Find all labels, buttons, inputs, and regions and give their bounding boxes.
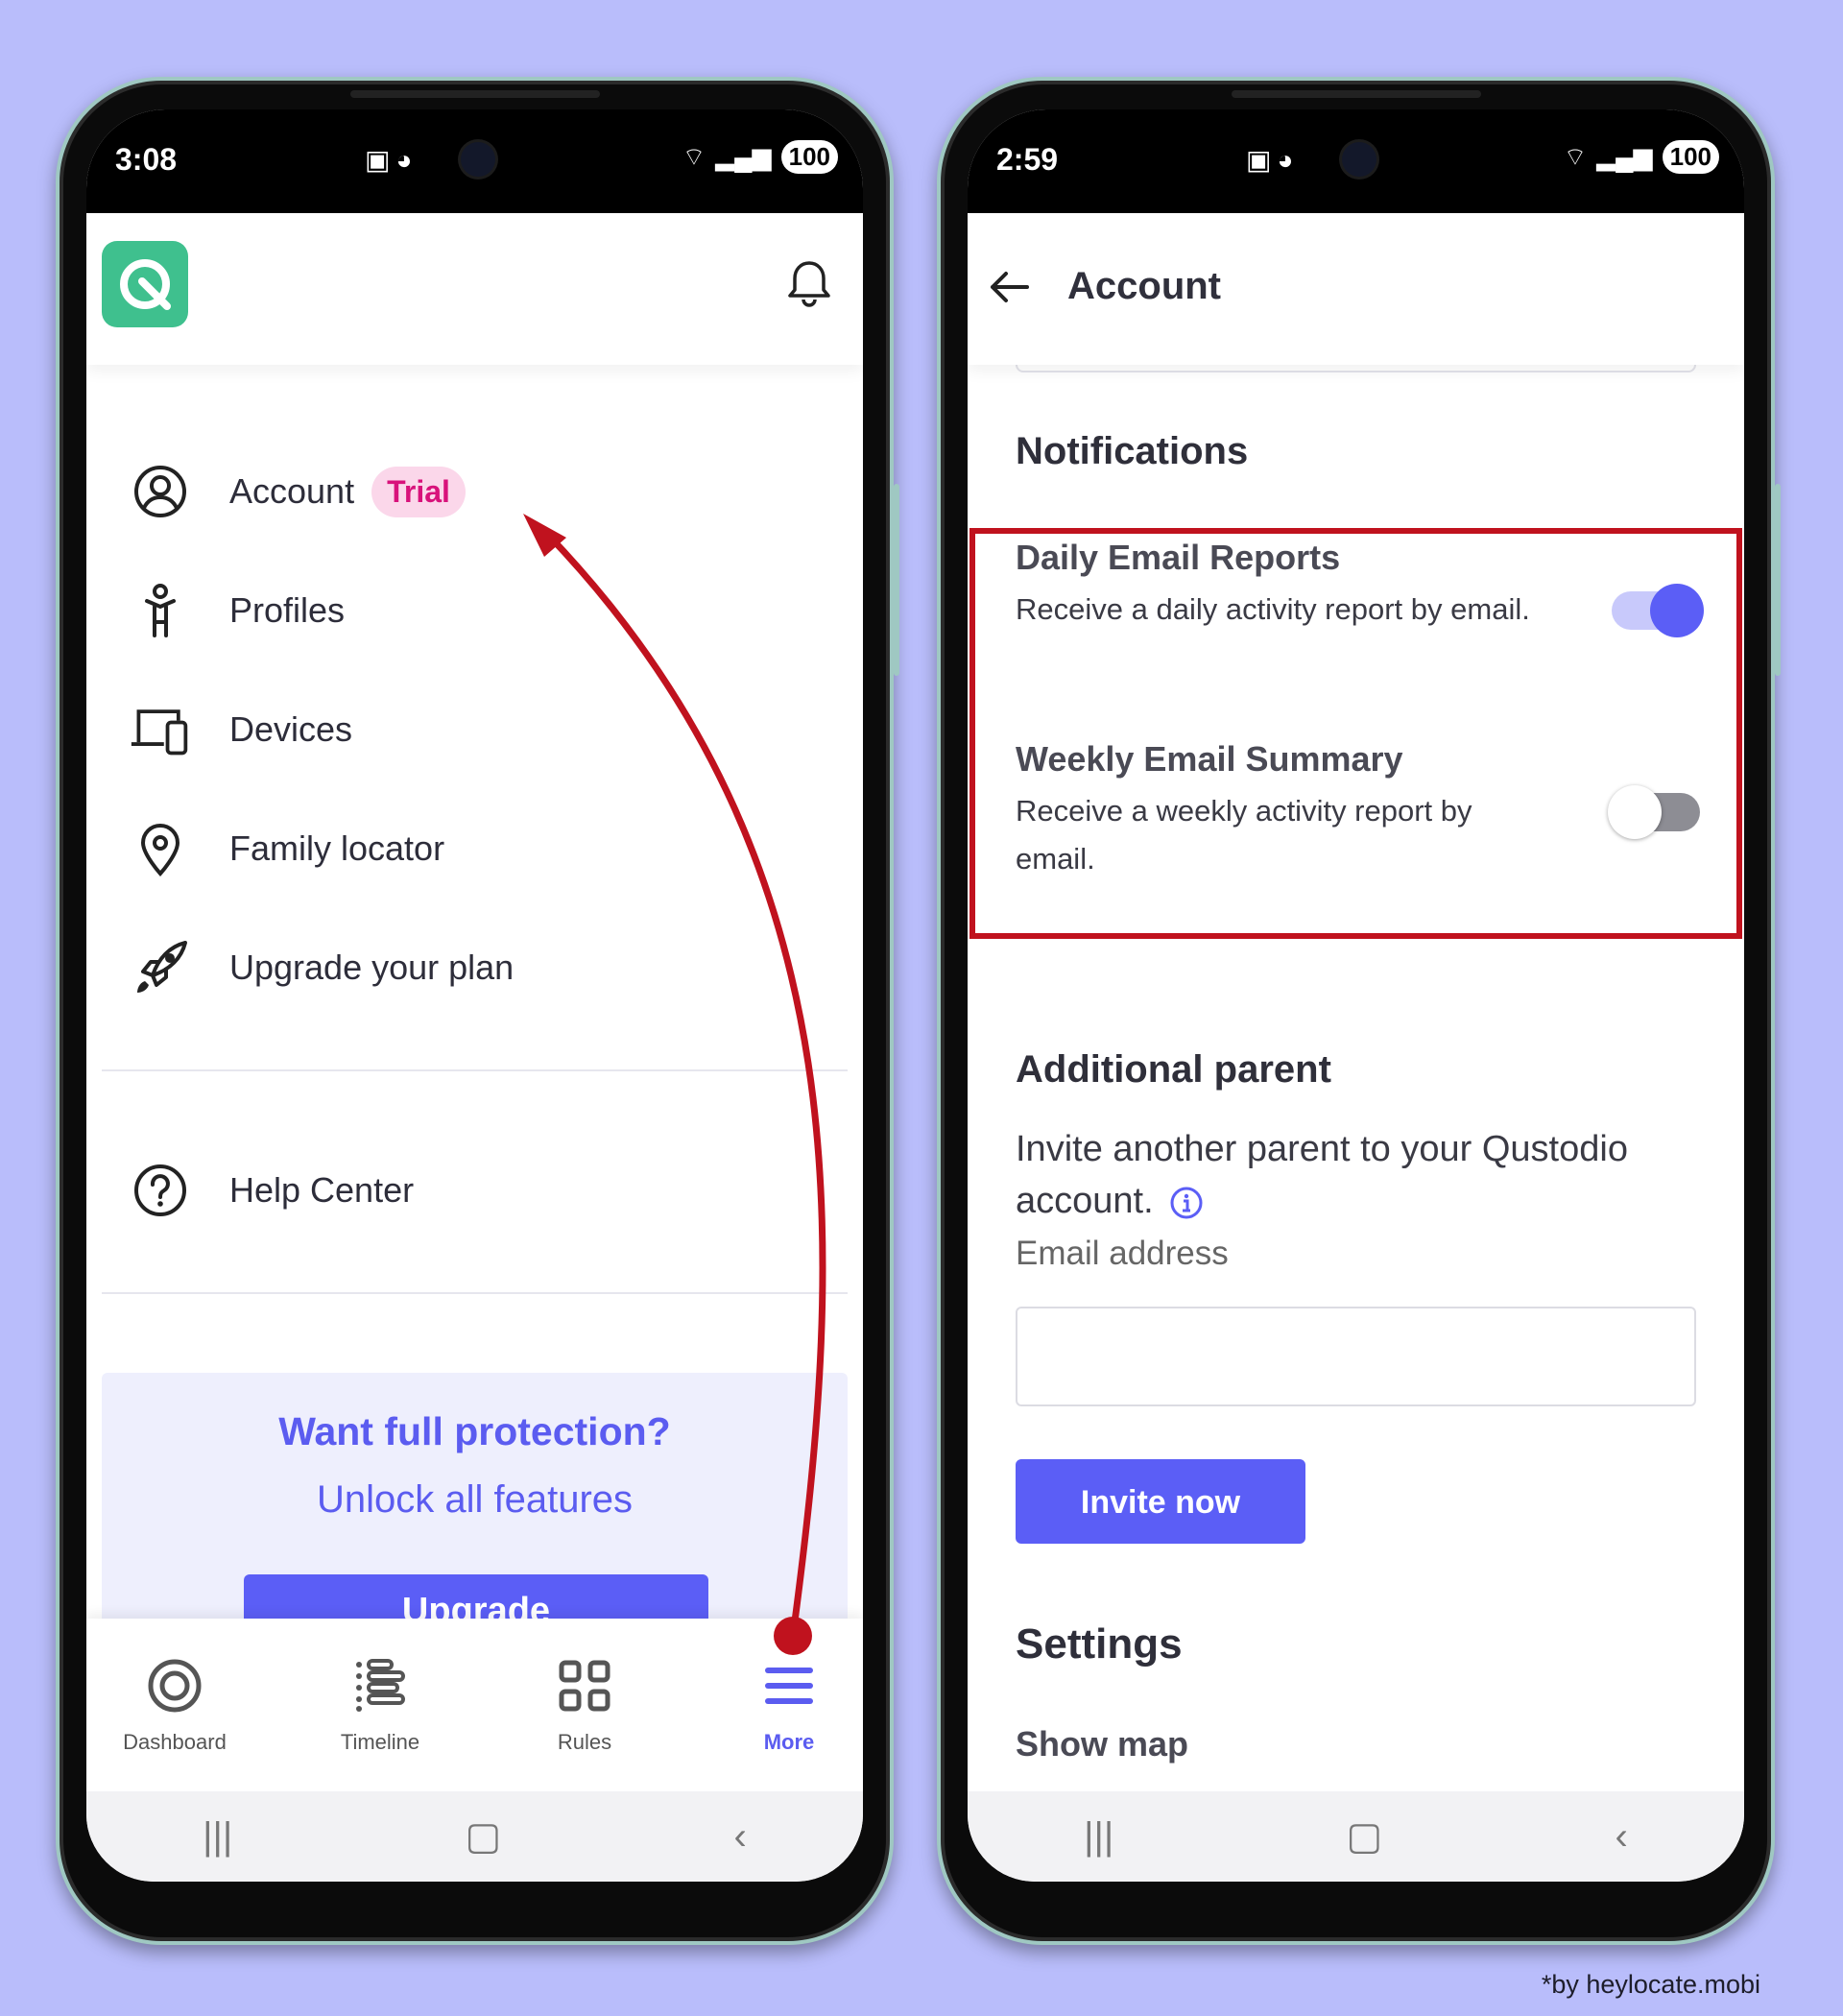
menu-item-profiles[interactable]: Profiles: [130, 580, 345, 641]
menu-label-upgrade-plan: Upgrade your plan: [229, 948, 515, 987]
invite-now-button[interactable]: Invite now: [1016, 1459, 1305, 1544]
status-time: 2:59: [996, 142, 1059, 177]
nav-label-rules: Rules: [557, 1730, 612, 1754]
nav-label-more: More: [763, 1730, 815, 1754]
status-icons: ⌔ ▂▄▆ 100: [1564, 140, 1719, 174]
menu-item-help-center[interactable]: Help Center: [130, 1160, 414, 1221]
child-icon: [130, 580, 191, 641]
menu-label-family-locator: Family locator: [229, 828, 445, 868]
user-circle-icon: [130, 461, 191, 522]
nav-label-timeline: Timeline: [340, 1730, 420, 1754]
status-time: 3:08: [115, 142, 178, 177]
menu-item-devices[interactable]: Devices: [130, 699, 352, 760]
bell-icon[interactable]: [782, 257, 836, 311]
app-header: [86, 213, 863, 365]
screenshot-icon: ▣◕: [1246, 145, 1300, 175]
devices-icon: [130, 699, 191, 760]
notifications-heading: Notifications: [1016, 430, 1249, 472]
back-arrow-icon[interactable]: [985, 263, 1033, 311]
right-phone-screen: 2:59 ▣◕ ⌔ ▂▄▆ 100 Account Notifications …: [968, 109, 1744, 1882]
side-button: [1775, 484, 1781, 676]
menu-icon: [703, 1655, 863, 1716]
speaker-grille: [349, 90, 600, 98]
nav-item-dashboard[interactable]: Dashboard: [88, 1655, 261, 1755]
recents-icon[interactable]: |||: [203, 1815, 232, 1859]
front-camera: [1342, 142, 1376, 177]
show-map-label: Show map: [1016, 1724, 1189, 1764]
info-icon[interactable]: [1169, 1186, 1204, 1220]
battery-badge: 100: [1662, 140, 1719, 174]
additional-parent-description: Invite another parent to your Qustodio a…: [1016, 1129, 1628, 1221]
promo-title: Want full protection?: [278, 1409, 671, 1453]
left-phone-screen: 3:08 ▣◕ ⌔ ▂▄▆ 100 Account Trial Profiles…: [86, 109, 863, 1882]
menu-divider: [102, 1292, 848, 1294]
screenshot-icon: ▣◕: [365, 145, 419, 175]
location-pin-icon: [130, 818, 191, 879]
settings-heading: Settings: [1016, 1620, 1183, 1668]
wifi-icon: ⌔: [1563, 142, 1588, 171]
system-navigation-bar: ||| ▢ ‹: [86, 1791, 863, 1882]
logo-icon: [120, 259, 171, 310]
notifications-highlight-box: [969, 528, 1742, 939]
additional-parent-heading: Additional parent: [1016, 1048, 1331, 1091]
bottom-navigation: Dashboard Timeline Rules More: [86, 1619, 863, 1797]
side-button: [894, 484, 899, 676]
back-icon[interactable]: ‹: [734, 1815, 747, 1859]
credit-text: *by heylocate.mobi: [1541, 1970, 1760, 1999]
menu-item-account[interactable]: Account Trial: [130, 461, 466, 522]
front-camera: [461, 142, 495, 177]
menu-divider: [102, 1069, 848, 1071]
menu-label-devices: Devices: [229, 709, 353, 749]
menu-label-profiles: Profiles: [229, 590, 346, 630]
qustodio-logo[interactable]: [102, 241, 188, 327]
right-phone-frame: 2:59 ▣◕ ⌔ ▂▄▆ 100 Account Notifications …: [937, 77, 1781, 1945]
status-icons: ⌔ ▂▄▆ 100: [682, 140, 838, 174]
account-header: Account: [968, 213, 1744, 365]
battery-badge: 100: [780, 140, 838, 174]
email-address-label: Email address: [1016, 1235, 1229, 1272]
nav-item-timeline[interactable]: Timeline: [294, 1655, 467, 1755]
additional-parent-text: Invite another parent to your Qustodio a…: [1016, 1123, 1706, 1227]
wifi-icon: ⌔: [682, 142, 706, 171]
signal-icon: ▂▄▆: [715, 142, 772, 171]
menu-item-upgrade-plan[interactable]: Upgrade your plan: [130, 937, 514, 998]
left-phone-frame: 3:08 ▣◕ ⌔ ▂▄▆ 100 Account Trial Profiles…: [56, 77, 899, 1945]
status-bar: 2:59 ▣◕ ⌔ ▂▄▆ 100: [968, 109, 1744, 213]
speaker-grille: [1231, 90, 1481, 98]
back-icon[interactable]: ‹: [1616, 1815, 1628, 1859]
timeline-icon: [294, 1655, 467, 1716]
nav-item-more[interactable]: More: [703, 1655, 863, 1755]
target-icon: [88, 1655, 261, 1716]
recents-icon[interactable]: |||: [1084, 1815, 1113, 1859]
upgrade-promo-card: Want full protection? Unlock all feature…: [102, 1373, 848, 1661]
system-navigation-bar: ||| ▢ ‹: [968, 1791, 1744, 1882]
menu-label-account: Account: [229, 471, 355, 511]
menu-label-help-center: Help Center: [229, 1170, 415, 1210]
grid-icon: [498, 1655, 671, 1716]
signal-icon: ▂▄▆: [1596, 142, 1653, 171]
menu-item-family-locator[interactable]: Family locator: [130, 818, 444, 879]
home-icon[interactable]: ▢: [1347, 1814, 1383, 1859]
nav-item-rules[interactable]: Rules: [498, 1655, 671, 1755]
help-circle-icon: [130, 1160, 191, 1221]
promo-subtitle: Unlock all features: [316, 1478, 634, 1521]
page-title: Account: [1067, 265, 1221, 307]
nav-label-dashboard: Dashboard: [123, 1730, 227, 1754]
status-bar: 3:08 ▣◕ ⌔ ▂▄▆ 100: [86, 109, 863, 213]
rocket-icon: [130, 937, 191, 998]
home-icon[interactable]: ▢: [466, 1814, 502, 1859]
email-address-input[interactable]: [1016, 1307, 1696, 1406]
trial-badge: Trial: [371, 466, 466, 517]
